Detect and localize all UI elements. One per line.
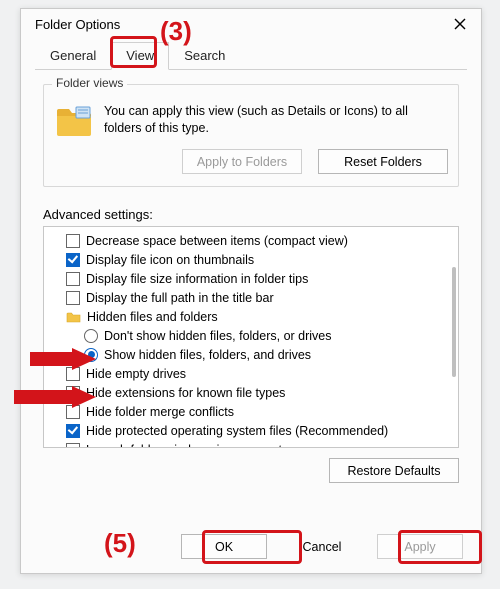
tree-row[interactable]: Launch folder windows in a separate proc… xyxy=(48,440,444,448)
checkbox-icon[interactable] xyxy=(66,367,80,381)
folder-views-legend: Folder views xyxy=(52,76,127,90)
folder-views-text: You can apply this view (such as Details… xyxy=(104,103,448,139)
checkbox-icon[interactable] xyxy=(66,291,80,305)
folder-views-group: Folder views You can apply this view (su… xyxy=(43,84,459,187)
tab-general[interactable]: General xyxy=(35,42,111,70)
tree-row-label: Don't show hidden files, folders, or dri… xyxy=(104,329,332,343)
advanced-settings-label: Advanced settings: xyxy=(43,207,459,222)
tab-view[interactable]: View xyxy=(111,42,169,70)
tree-row[interactable]: Hidden files and folders xyxy=(48,307,444,326)
close-icon xyxy=(454,18,466,30)
scrollbar-thumb[interactable] xyxy=(452,267,456,377)
apply-to-folders-button: Apply to Folders xyxy=(182,149,302,174)
reset-folders-button[interactable]: Reset Folders xyxy=(318,149,448,174)
tab-search[interactable]: Search xyxy=(169,42,240,70)
tree-row-label: Display file size information in folder … xyxy=(86,272,308,286)
tree-row[interactable]: Hide extensions for known file types xyxy=(48,383,444,402)
checkbox-icon[interactable] xyxy=(66,272,80,286)
tree-row-label: Hide extensions for known file types xyxy=(86,386,285,400)
checkbox-icon[interactable] xyxy=(66,405,80,419)
checkbox-icon[interactable] xyxy=(66,386,80,400)
tree-row[interactable]: Display the full path in the title bar xyxy=(48,288,444,307)
radio-icon[interactable] xyxy=(84,348,98,362)
tree-row-label: Hidden files and folders xyxy=(87,310,218,324)
tree-row[interactable]: Hide folder merge conflicts xyxy=(48,402,444,421)
restore-defaults-button[interactable]: Restore Defaults xyxy=(329,458,459,483)
tree-row-label: Display the full path in the title bar xyxy=(86,291,274,305)
tree-row-label: Hide folder merge conflicts xyxy=(86,405,234,419)
tree-row[interactable]: Display file icon on thumbnails xyxy=(48,250,444,269)
tab-bar: General View Search xyxy=(35,41,467,70)
checkbox-icon[interactable] xyxy=(66,253,80,267)
folder-icon xyxy=(66,311,81,323)
checkbox-icon[interactable] xyxy=(66,234,80,248)
window-title: Folder Options xyxy=(35,17,439,32)
tree-row[interactable]: Don't show hidden files, folders, or dri… xyxy=(48,326,444,345)
tree-row-label: Decrease space between items (compact vi… xyxy=(86,234,348,248)
apply-button[interactable]: Apply xyxy=(377,534,463,559)
tree-row-label: Hide empty drives xyxy=(86,367,186,381)
tree-row[interactable]: Display file size information in folder … xyxy=(48,269,444,288)
cancel-button[interactable]: Cancel xyxy=(279,534,365,559)
tree-row-label: Show hidden files, folders, and drives xyxy=(104,348,311,362)
view-panel: Folder views You can apply this view (su… xyxy=(21,70,481,524)
tree-row[interactable]: Decrease space between items (compact vi… xyxy=(48,231,444,250)
tree-row-label: Hide protected operating system files (R… xyxy=(86,424,388,438)
checkbox-icon[interactable] xyxy=(66,424,80,438)
tree-row[interactable]: Hide empty drives xyxy=(48,364,444,383)
titlebar: Folder Options xyxy=(21,9,481,39)
tree-row[interactable]: Hide protected operating system files (R… xyxy=(48,421,444,440)
folder-icon xyxy=(54,103,94,139)
checkbox-icon[interactable] xyxy=(66,443,80,449)
dialog-footer: OK Cancel Apply xyxy=(21,524,481,573)
folder-options-window: Folder Options General View Search Folde… xyxy=(20,8,482,574)
close-button[interactable] xyxy=(439,9,481,39)
tree-row-label: Display file icon on thumbnails xyxy=(86,253,254,267)
tree-row[interactable]: Show hidden files, folders, and drives xyxy=(48,345,444,364)
radio-icon[interactable] xyxy=(84,329,98,343)
advanced-settings-tree[interactable]: Decrease space between items (compact vi… xyxy=(43,226,459,448)
ok-button[interactable]: OK xyxy=(181,534,267,559)
tree-row-label: Launch folder windows in a separate proc… xyxy=(86,443,336,449)
